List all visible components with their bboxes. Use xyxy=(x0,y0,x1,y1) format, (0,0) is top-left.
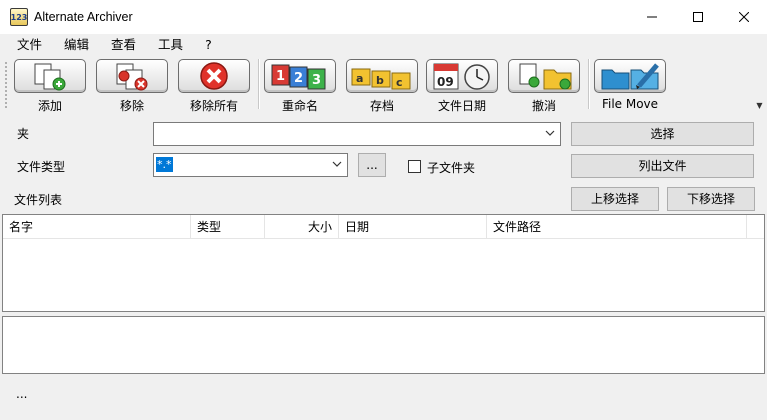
file-date-icon: 09 xyxy=(433,63,490,90)
add-button[interactable]: 添加 xyxy=(14,59,86,114)
column-name[interactable]: 名字 xyxy=(3,215,191,239)
file-move-button[interactable]: File Move xyxy=(594,59,666,111)
app-icon-text: 123 xyxy=(10,12,28,22)
app-icon: 123 xyxy=(10,8,28,26)
list-files-button[interactable]: 列出文件 xyxy=(571,154,754,178)
column-path[interactable]: 文件路径 xyxy=(487,215,747,239)
remove-files-icon xyxy=(116,63,148,91)
subfolder-checkbox[interactable] xyxy=(408,160,421,173)
menu-edit[interactable]: 编辑 xyxy=(53,34,100,56)
remove-label: 移除 xyxy=(119,99,144,113)
menu-view[interactable]: 查看 xyxy=(100,34,147,56)
remove-all-label: 移除所有 xyxy=(189,99,238,113)
minimize-button[interactable] xyxy=(629,0,675,34)
toolbar-separator xyxy=(588,59,590,109)
filetype-combobox[interactable]: *.* xyxy=(153,153,348,177)
move-down-button[interactable]: 下移选择 xyxy=(667,187,755,211)
file-date-button[interactable]: 09 文件日期 xyxy=(426,59,498,114)
column-date[interactable]: 日期 xyxy=(339,215,487,239)
archive-icon: a b c xyxy=(351,68,411,90)
filetype-value: *.* xyxy=(156,157,173,172)
calendar-day: 09 xyxy=(437,75,454,89)
browse-button[interactable]: ... xyxy=(358,153,386,177)
maximize-icon xyxy=(693,12,703,22)
svg-text:3: 3 xyxy=(312,73,321,88)
column-type[interactable]: 类型 xyxy=(191,215,265,239)
svg-text:c: c xyxy=(396,76,403,89)
archive-button[interactable]: a b c 存档 xyxy=(346,59,418,114)
remove-all-icon xyxy=(200,62,228,90)
toolbar: 添加 移除 移除所有 1 2 3 重命名 a b c 存档 09 文件日期 撤消… xyxy=(0,57,767,115)
svg-text:b: b xyxy=(376,74,384,87)
minimize-icon xyxy=(647,16,657,18)
undo-button[interactable]: 撤消 xyxy=(508,59,580,114)
undo-icon xyxy=(519,63,572,90)
add-label: 添加 xyxy=(37,99,62,113)
file-list-label: 文件列表 xyxy=(14,193,63,207)
title-bar: 123 Alternate Archiver xyxy=(0,0,767,34)
file-move-icon xyxy=(601,63,659,90)
rename-icon: 1 2 3 xyxy=(271,64,326,90)
status-bar: ... xyxy=(0,378,767,420)
archive-label: 存档 xyxy=(369,99,394,113)
rename-label: 重命名 xyxy=(281,99,318,113)
folder-label: 夹 xyxy=(17,127,30,141)
maximize-button[interactable] xyxy=(675,0,721,34)
chevron-down-icon xyxy=(545,130,555,136)
remove-button[interactable]: 移除 xyxy=(96,59,168,114)
svg-text:2: 2 xyxy=(294,71,303,86)
chevron-down-icon xyxy=(332,161,342,167)
status-text: ... xyxy=(16,387,28,401)
subfolder-label: 子文件夹 xyxy=(427,161,476,175)
remove-all-button[interactable]: 移除所有 xyxy=(178,59,250,114)
list-header: 名字 类型 大小 日期 文件路径 xyxy=(3,215,764,239)
filetype-label: 文件类型 xyxy=(17,160,66,174)
menu-file[interactable]: 文件 xyxy=(6,34,53,56)
select-button[interactable]: 选择 xyxy=(571,122,754,146)
file-move-label: File Move xyxy=(601,97,659,111)
undo-label: 撤消 xyxy=(531,99,556,113)
toolbar-grip[interactable] xyxy=(4,61,8,109)
column-size[interactable]: 大小 xyxy=(265,215,339,239)
rename-button[interactable]: 1 2 3 重命名 xyxy=(264,59,336,114)
toolbar-separator xyxy=(258,59,260,109)
file-list-view[interactable]: 名字 类型 大小 日期 文件路径 xyxy=(2,214,765,312)
menu-tools[interactable]: 工具 xyxy=(147,34,194,56)
window-title: Alternate Archiver xyxy=(34,10,133,24)
close-button[interactable] xyxy=(721,0,767,34)
file-date-label: 文件日期 xyxy=(437,99,486,113)
folder-combobox[interactable] xyxy=(153,122,561,146)
svg-text:1: 1 xyxy=(276,69,285,84)
menu-help[interactable]: ? xyxy=(194,34,223,56)
add-files-icon xyxy=(34,63,66,91)
menu-bar: 文件 编辑 查看 工具 ? xyxy=(0,34,767,56)
toolbar-overflow-chevron-icon[interactable]: ▼ xyxy=(754,101,765,113)
close-icon xyxy=(739,12,749,22)
move-up-button[interactable]: 上移选择 xyxy=(571,187,659,211)
svg-text:a: a xyxy=(356,72,363,85)
output-log[interactable] xyxy=(2,316,765,374)
